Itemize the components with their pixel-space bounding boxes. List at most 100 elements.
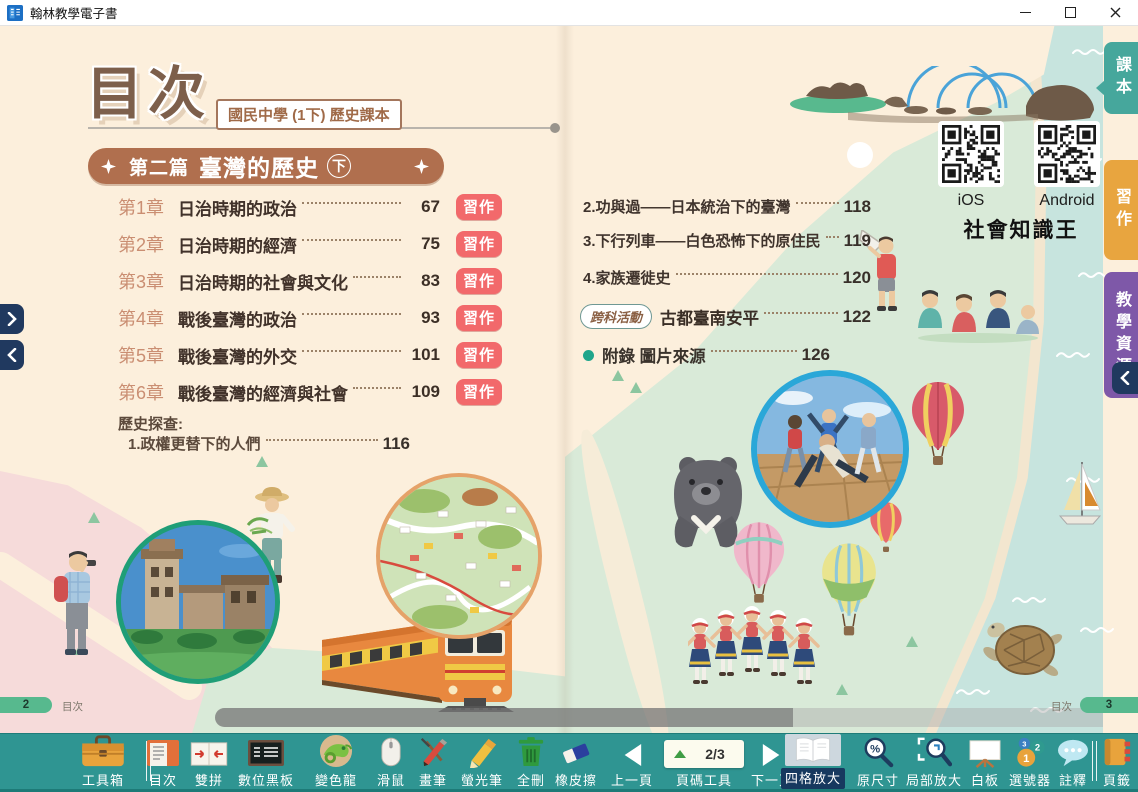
tree-icon	[256, 456, 268, 467]
toolbar-button-label: 頁碼工具	[676, 770, 732, 789]
toc-item-label: 3.下行列車——白色恐怖下的原住民	[583, 230, 821, 251]
toolbar-button-digital-blackboard[interactable]: 數位黑板	[233, 735, 299, 789]
sea-turtle-illustration	[980, 610, 1066, 684]
toolbar-button-chameleon[interactable]: 變色龍	[306, 735, 366, 789]
maximize-button[interactable]	[1048, 0, 1093, 25]
chapter-row[interactable]: 第5章 戰後臺灣的外交 101 習作	[118, 340, 502, 370]
toolbar-button-label: 畫筆	[419, 770, 447, 789]
left-page-number-pill: 2	[0, 697, 52, 713]
dance-photo-image	[757, 376, 903, 522]
islands-bridge-illustration	[788, 66, 1100, 128]
chapter-title: 日治時期的政治	[178, 195, 297, 220]
workbook-badge[interactable]: 習作	[456, 305, 502, 331]
expand-left-panel-button[interactable]	[0, 304, 24, 334]
toolbar-button-dual-page[interactable]: 雙拼	[186, 735, 232, 789]
toolbar-button-highlighter[interactable]: 螢光筆	[454, 735, 510, 789]
blackboard-icon	[246, 738, 286, 768]
toc-item[interactable]: 4.家族遷徙史 120	[583, 267, 871, 288]
toc-item[interactable]: 2.功與過——日本統治下的臺灣 118	[583, 196, 871, 217]
minimize-button[interactable]	[1003, 0, 1048, 25]
toolbar-button-eraser[interactable]: 橡皮擦	[548, 735, 604, 789]
chapter-row[interactable]: 第1章 日治時期的政治 67 習作	[118, 192, 502, 222]
chapter-number: 第1章	[118, 194, 178, 220]
page-indicator-value: 2/3	[686, 746, 744, 762]
bookmark-book-icon	[1101, 736, 1133, 768]
historic-buildings-photo	[116, 520, 280, 684]
dotted-leader	[764, 312, 838, 314]
right-footer-label: 目次	[1051, 699, 1072, 714]
qr-code-ios	[938, 121, 1004, 187]
toc-item[interactable]: 3.下行列車——白色恐怖下的原住民 119	[583, 230, 871, 251]
toolbar-button-number-picker[interactable]: 321 選號器	[1006, 735, 1054, 789]
toolbar-button-prev-page[interactable]: 上一頁	[604, 735, 660, 789]
highlighter-icon	[466, 736, 498, 768]
workbook-badge[interactable]: 習作	[456, 268, 502, 294]
buildings-photo-image	[121, 525, 275, 679]
chapter-row[interactable]: 第3章 日治時期的社會與文化 83 習作	[118, 266, 502, 296]
section-part: 第二篇	[129, 153, 189, 180]
chameleon-icon	[319, 734, 353, 768]
pen-icon	[417, 736, 449, 768]
chapter-row[interactable]: 第4章 戰後臺灣的政治 93 習作	[118, 303, 502, 333]
workbook-badge[interactable]: 習作	[456, 379, 502, 405]
dotted-leader	[353, 276, 401, 278]
toolbar-button-page-tool[interactable]: 2/3 頁碼工具	[662, 735, 746, 789]
horizontal-scrollbar[interactable]	[215, 708, 1103, 727]
explore-item[interactable]: 1.政權更替下的人們 116	[128, 433, 410, 454]
dotted-leader	[711, 350, 797, 352]
collapse-left-panel-button[interactable]	[0, 340, 24, 370]
toolbar-button-original-size[interactable]: % 原尺寸	[850, 735, 906, 789]
chapter-row[interactable]: 第6章 戰後臺灣的經濟與社會 109 習作	[118, 377, 502, 407]
qr-caption: 社會知識王	[946, 214, 1096, 244]
scrollbar-thumb[interactable]	[215, 708, 793, 727]
toolbar-button-toc[interactable]: 目次	[140, 735, 186, 789]
toolbar-button-page-tabs[interactable]: 頁籤	[1096, 735, 1138, 789]
chapter-number: 第4章	[118, 305, 178, 331]
page-indicator: 2/3	[664, 740, 744, 768]
appendix-page: 126	[802, 345, 830, 365]
appendix-item[interactable]: 附錄 圖片來源 126	[583, 343, 830, 367]
toolbar-button-quad-zoom[interactable]: 四格放大	[783, 735, 843, 789]
chapter-row[interactable]: 第2章 日治時期的經濟 75 習作	[118, 229, 502, 259]
toolbar-button-label: 白板	[971, 770, 999, 789]
explore-item-label: 1.政權更替下的人們	[128, 433, 261, 454]
divider-dot	[550, 123, 560, 133]
chapter-title: 日治時期的經濟	[178, 232, 297, 257]
toolbar-button-partial-zoom[interactable]: 局部放大	[902, 735, 966, 789]
qr-ios-label: iOS	[938, 192, 1004, 210]
cross-activity-item[interactable]: 跨科活動 古都臺南安平 122	[580, 304, 871, 329]
close-button[interactable]	[1093, 0, 1138, 25]
workbook-badge[interactable]: 習作	[456, 342, 502, 368]
page-indicator-box[interactable]: 2/3	[664, 740, 744, 768]
chapter-title: 戰後臺灣的經濟與社會	[178, 380, 348, 405]
bullet-icon	[583, 350, 594, 361]
chapter-title: 日治時期的社會與文化	[178, 269, 348, 294]
toolbar-button-pen[interactable]: 畫筆	[410, 735, 456, 789]
chevron-right-icon	[7, 312, 17, 326]
toolbar-button-whiteboard[interactable]: 白板	[962, 735, 1008, 789]
caret-up-icon	[674, 750, 686, 758]
toolbox-label: 工具箱	[82, 770, 124, 789]
toolbar-button-label: 變色龍	[315, 770, 357, 789]
dual-page-icon	[189, 740, 229, 768]
collapse-right-panel-button[interactable]	[1112, 362, 1138, 394]
whiteboard-icon	[967, 738, 1003, 768]
workbook-badge[interactable]: 習作	[456, 194, 502, 220]
hot-air-balloon-icon	[730, 518, 788, 610]
toolbar-button-label: 局部放大	[906, 770, 962, 789]
open-book-icon	[785, 734, 841, 766]
chevron-left-icon	[1120, 371, 1130, 385]
volume-badge: 下	[327, 154, 351, 178]
toolbar-button-label: 滑鼠	[377, 770, 405, 789]
map-illustration-image	[380, 477, 538, 635]
sitting-people-illustration	[912, 282, 1046, 346]
toolbar-button-annotation[interactable]: 註釋	[1050, 735, 1096, 789]
toolbar-button-mouse[interactable]: 滑鼠	[368, 735, 414, 789]
toolbox-button[interactable]: 工具箱	[66, 735, 140, 789]
workbook-badge[interactable]: 習作	[456, 231, 502, 257]
tree-icon	[612, 370, 624, 381]
tab-workbook[interactable]: 習作	[1104, 160, 1138, 260]
toolbar-button-label: 數位黑板	[238, 770, 294, 789]
qr-code-android	[1034, 121, 1100, 187]
tab-textbook[interactable]: 課本	[1104, 42, 1138, 114]
